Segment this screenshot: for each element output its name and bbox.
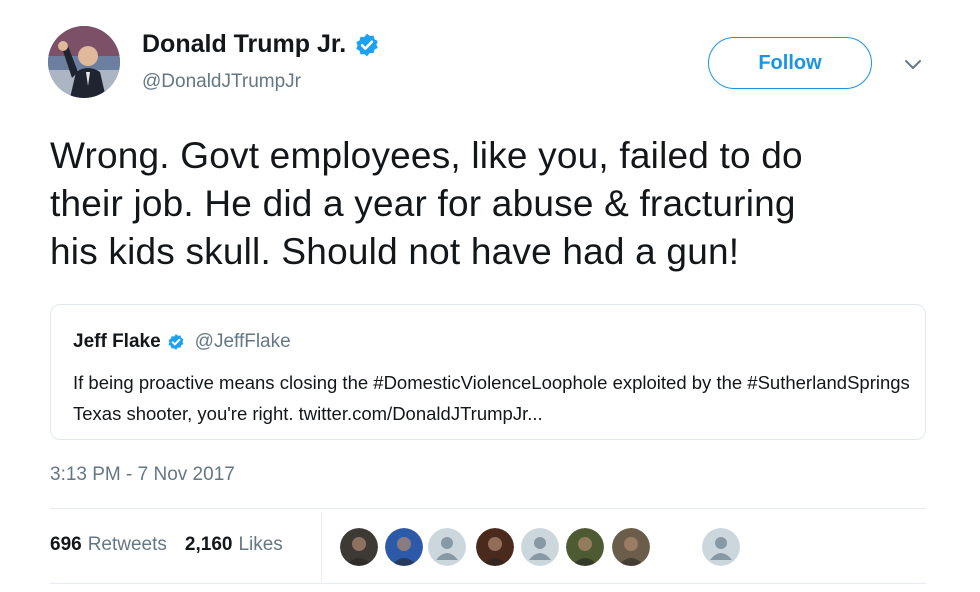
verified-badge-icon [356,33,378,56]
likes-stat[interactable]: 2,160 Likes [185,534,283,556]
stats-divider [321,512,322,582]
liker-avatar[interactable] [340,528,378,566]
quoted-tweet-header: Jeff Flake @JeffFlake [73,331,925,353]
author-avatar[interactable] [48,26,120,98]
tweet-stats: 696 Retweets 2,160 Likes [50,534,283,556]
liker-avatar[interactable] [476,528,514,566]
retweets-label: Retweets [87,534,167,555]
default-avatar-icon[interactable] [702,528,740,566]
retweets-count: 696 [50,534,82,555]
author-handle[interactable]: @DonaldJTrumpJr [142,71,301,93]
default-avatar-icon[interactable] [428,528,466,566]
retweets-stat[interactable]: 696 Retweets [50,534,167,556]
liker-avatar[interactable] [385,528,423,566]
likes-label: Likes [238,534,283,555]
liker-avatar[interactable] [566,528,604,566]
liker-avatars [340,528,760,568]
quoted-author-handle: @JeffFlake [194,331,291,352]
verified-badge-icon [168,334,184,350]
author-avatar-photo [48,26,120,98]
author-name-row: Donald Trump Jr. [142,30,380,59]
quoted-tweet-text: If being proactive means closing the #Do… [73,372,910,424]
default-avatar-icon[interactable] [521,528,559,566]
liker-avatar[interactable] [612,528,650,566]
author-name[interactable]: Donald Trump Jr. [142,30,346,59]
divider [50,583,926,584]
likes-count: 2,160 [184,534,233,555]
quoted-author-name: Jeff Flake [73,331,161,352]
chevron-down-icon[interactable] [898,52,928,78]
follow-button[interactable]: Follow [708,37,872,89]
tweet-text: Wrong. Govt employees, like you, failed … [50,135,803,272]
tweet-timestamp[interactable]: 3:13 PM - 7 Nov 2017 [50,464,235,486]
quoted-tweet-card[interactable]: Jeff Flake @JeffFlake If being proactive… [50,304,926,440]
divider [50,508,926,509]
